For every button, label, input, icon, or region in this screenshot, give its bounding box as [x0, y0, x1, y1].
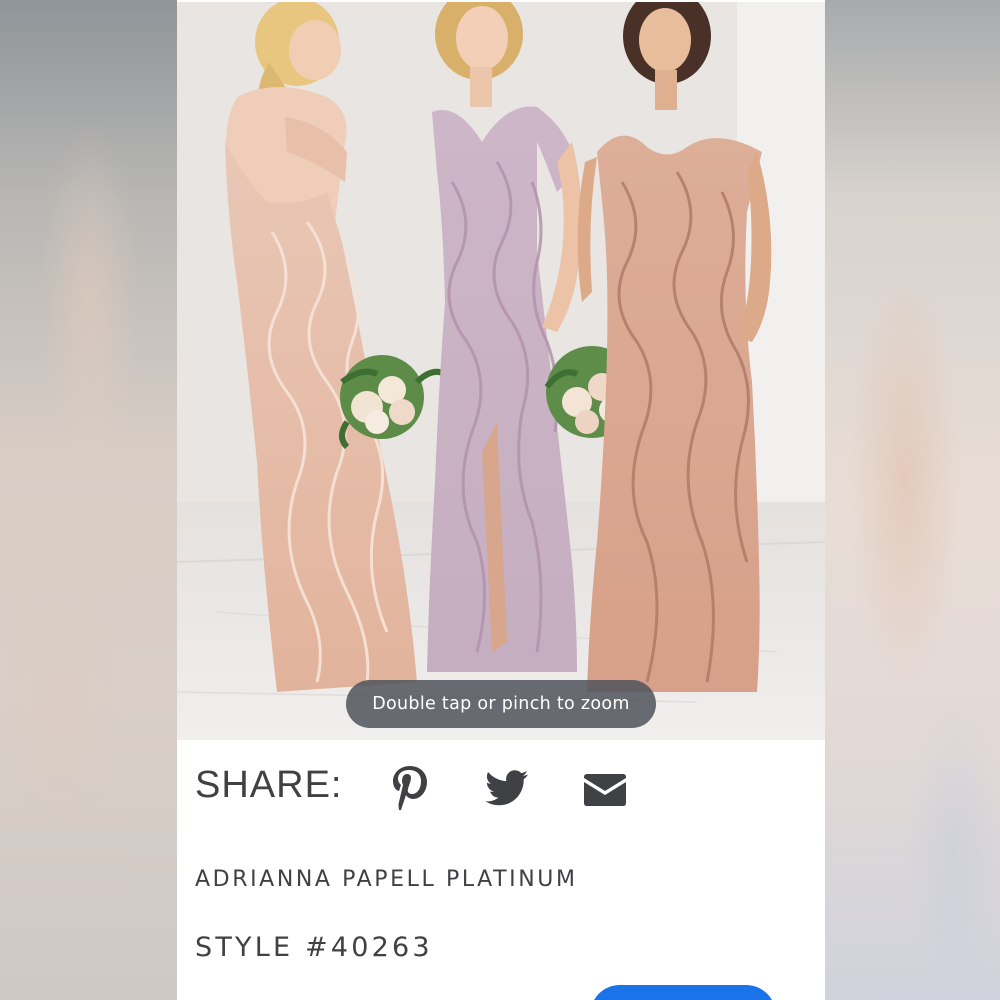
primary-action-button[interactable]: [590, 985, 776, 1000]
product-photo[interactable]: Double tap or pinch to zoom: [177, 2, 825, 740]
style-number: STYLE #40263: [195, 932, 433, 963]
zoom-hint-tooltip: Double tap or pinch to zoom: [346, 680, 656, 728]
twitter-icon[interactable]: [485, 770, 529, 806]
product-photo-illustration: [177, 2, 825, 740]
product-card: Double tap or pinch to zoom SHARE: ADRIA…: [177, 0, 825, 1000]
pinterest-icon[interactable]: [390, 764, 430, 810]
blurred-background-left: [0, 0, 177, 1000]
email-icon[interactable]: [584, 774, 626, 806]
brand-name: ADRIANNA PAPELL PLATINUM: [195, 867, 578, 892]
share-label: SHARE:: [195, 764, 343, 806]
blurred-background-right: [825, 0, 1000, 1000]
